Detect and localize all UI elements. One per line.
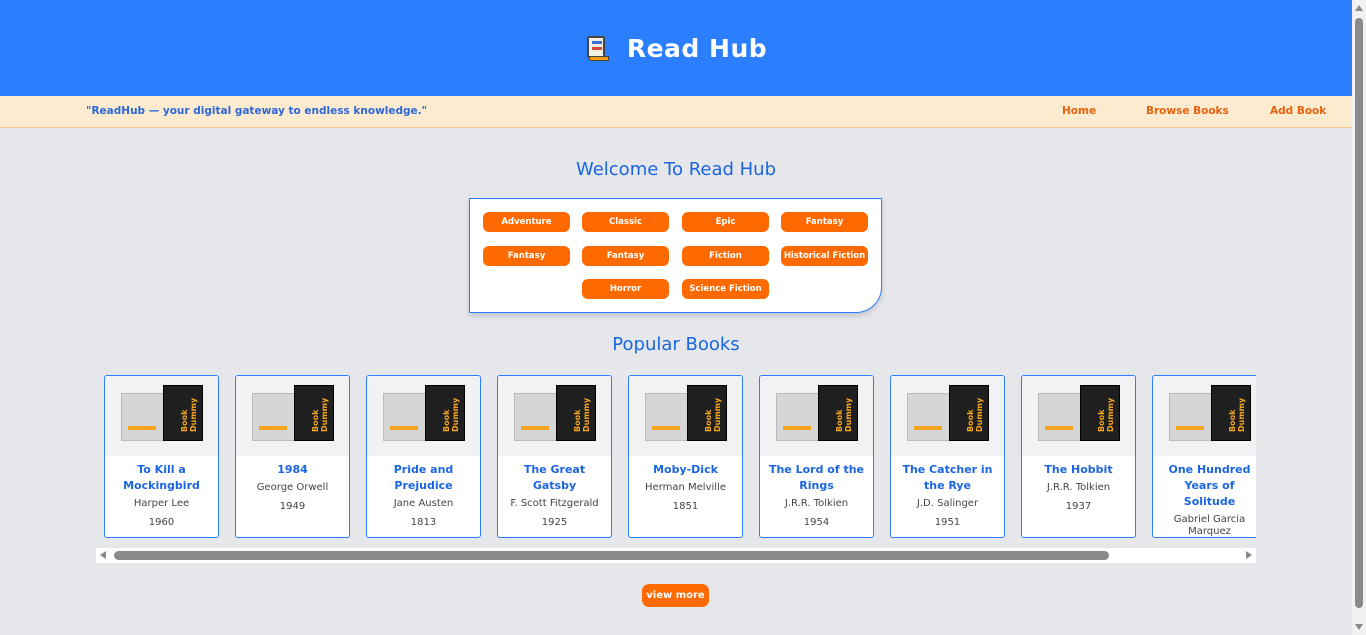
site-title: Read Hub <box>626 33 768 63</box>
book-year: 1951 <box>934 517 961 528</box>
book-cover-image: Book Dummy <box>105 376 218 456</box>
book-cover-label: Book Dummy <box>573 397 591 432</box>
book-title[interactable]: One Hundred Years of Solitude <box>1153 456 1256 510</box>
book-author: J.D. Salinger <box>916 498 979 509</box>
scroll-right-icon[interactable] <box>1246 551 1252 559</box>
book-cover-label: Book Dummy <box>704 397 722 432</box>
tagline: "ReadHub — your digital gateway to endle… <box>86 105 428 117</box>
book-title[interactable]: The Catcher in the Rye <box>891 456 1004 494</box>
book-cover-label: Book Dummy <box>1097 397 1115 432</box>
page-scrollbar[interactable] <box>1352 0 1366 635</box>
genre-button[interactable]: Science Fiction <box>682 279 769 299</box>
book-author: Herman Melville <box>645 482 726 493</box>
book-year: 1851 <box>672 501 699 512</box>
book-cover-image: Book Dummy <box>498 376 611 456</box>
book-cover-label: Book Dummy <box>442 397 460 432</box>
book-title[interactable]: Pride and Prejudice <box>367 456 480 494</box>
book-cover-label: Book Dummy <box>966 397 984 432</box>
book-cover-label: Book Dummy <box>835 397 853 432</box>
book-title[interactable]: To Kill a Mockingbird <box>105 456 218 494</box>
genre-button[interactable]: Adventure <box>483 212 570 232</box>
book-title[interactable]: The Great Gatsby <box>498 456 611 494</box>
book-year: 1954 <box>803 517 830 528</box>
book-card[interactable]: Book Dummy The Hobbit J.R.R. Tolkien 1937 <box>1021 375 1136 538</box>
book-title[interactable]: The Lord of the Rings <box>760 456 873 494</box>
popular-books-heading: Popular Books <box>612 334 740 355</box>
book-title[interactable]: Moby-Dick <box>629 456 742 478</box>
book-cover-image: Book Dummy <box>367 376 480 456</box>
book-cover-label: Book Dummy <box>1228 397 1246 432</box>
scroll-left-icon[interactable] <box>100 551 106 559</box>
view-more-button[interactable]: view more <box>642 584 709 607</box>
genre-button[interactable]: Horror <box>582 279 669 299</box>
nav-add-book-link[interactable]: Add Book <box>1270 105 1326 117</box>
book-card[interactable]: Book Dummy One Hundred Years of Solitude G… <box>1152 375 1256 538</box>
book-cover-image: Book Dummy <box>236 376 349 456</box>
genre-button[interactable]: Fantasy <box>483 246 570 266</box>
book-carousel: Book Dummy To Kill a Mockingbird Harper Le… <box>96 372 1256 542</box>
book-card[interactable]: Book Dummy To Kill a Mockingbird Harper Le… <box>104 375 219 538</box>
genre-button[interactable]: Fiction <box>682 246 769 266</box>
book-title[interactable]: 1984 <box>236 456 349 478</box>
book-cover-label: Book Dummy <box>311 397 329 432</box>
genre-button[interactable]: Epic <box>682 212 769 232</box>
genre-button[interactable]: Fantasy <box>582 246 669 266</box>
welcome-heading: Welcome To Read Hub <box>575 159 777 180</box>
genre-panel: Adventure Classic Epic Fantasy Fantasy F… <box>469 198 882 313</box>
book-card[interactable]: Book Dummy The Lord of the Rings J.R.R. To… <box>759 375 874 538</box>
book-cover-label: Book Dummy <box>180 397 198 432</box>
book-author: F. Scott Fitzgerald <box>510 498 599 509</box>
genre-button[interactable]: Classic <box>582 212 669 232</box>
book-author: George Orwell <box>256 482 329 493</box>
genre-button[interactable]: Fantasy <box>781 212 868 232</box>
book-year: 1813 <box>410 517 437 528</box>
scrollbar-thumb[interactable] <box>114 551 1109 560</box>
books-icon <box>585 34 611 62</box>
book-cover-image: Book Dummy <box>629 376 742 456</box>
book-cover-image: Book Dummy <box>1022 376 1135 456</box>
nav-home-link[interactable]: Home <box>1062 105 1096 117</box>
book-year: 1960 <box>148 517 175 528</box>
book-cover-image: Book Dummy <box>1153 376 1256 456</box>
book-card[interactable]: Book Dummy The Great Gatsby F. Scott Fitzg… <box>497 375 612 538</box>
book-cover-image: Book Dummy <box>891 376 1004 456</box>
book-year: 1925 <box>541 517 568 528</box>
book-author: J.R.R. Tolkien <box>1046 482 1111 493</box>
book-title[interactable]: The Hobbit <box>1022 456 1135 478</box>
book-cover-image: Book Dummy <box>760 376 873 456</box>
book-author: Harper Lee <box>133 498 190 509</box>
scroll-down-icon[interactable] <box>1355 624 1363 630</box>
book-card[interactable]: Book Dummy The Catcher in the Rye J.D. Sal… <box>890 375 1005 538</box>
book-card[interactable]: Book Dummy Moby-Dick Herman Melville 1851 <box>628 375 743 538</box>
site-header: Read Hub <box>0 0 1352 96</box>
scroll-up-icon[interactable] <box>1355 5 1363 11</box>
page-scrollbar-thumb[interactable] <box>1355 18 1363 608</box>
carousel-scrollbar[interactable] <box>96 548 1256 563</box>
book-year: 1937 <box>1065 501 1092 512</box>
book-author: J.R.R. Tolkien <box>784 498 849 509</box>
book-year: 1949 <box>279 501 306 512</box>
book-card[interactable]: Book Dummy Pride and Prejudice Jane Austen… <box>366 375 481 538</box>
nav-browse-books-link[interactable]: Browse Books <box>1146 105 1229 117</box>
genre-button[interactable]: Historical Fiction <box>781 246 868 266</box>
sub-navbar: "ReadHub — your digital gateway to endle… <box>0 96 1352 128</box>
book-author: Jane Austen <box>393 498 454 509</box>
book-card[interactable]: Book Dummy 1984 George Orwell 1949 <box>235 375 350 538</box>
book-author: Gabriel Garcia Marquez <box>1173 514 1246 537</box>
